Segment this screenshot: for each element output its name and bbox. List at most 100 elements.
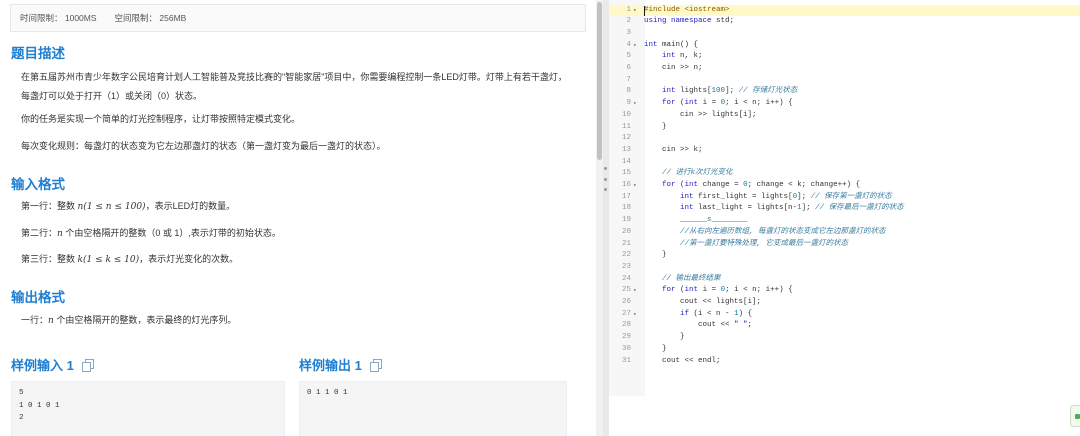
problem-scrollbar-thumb[interactable] [597,2,602,160]
line-number: 28 [621,321,631,330]
line-number: 22 [621,251,631,260]
line-number: 25 [621,286,631,295]
code-text[interactable]: } [644,122,667,134]
code-text[interactable]: int main() { [644,40,698,52]
code-text[interactable]: int lights[100]; // 存储灯光状态 [644,86,797,98]
output-line-1-pre: 一行： [21,315,49,325]
code-text[interactable]: // 输出最终结果 [644,274,721,286]
line-number: 2 [626,17,631,26]
run-button[interactable] [1070,405,1080,427]
code-text[interactable]: cout << endl; [644,356,721,368]
fold-arrow-icon[interactable]: ▾ [633,40,637,52]
fold-arrow-icon[interactable]: ▾ [633,309,637,321]
input-line-1-math: n(1 ≤ n ≤ 100) [77,202,146,212]
code-text[interactable]: ______s________ [644,215,748,227]
code-line[interactable]: 19 ______s________ [609,215,1080,227]
code-line[interactable]: 12 [609,133,1080,145]
code-line[interactable]: 26 cout << lights[i]; [609,297,1080,309]
code-line[interactable]: 20 //从右向左遍历数组, 每盏灯的状态变成它左边那盏灯的状态 [609,227,1080,239]
code-line[interactable]: 30 } [609,344,1080,356]
code-text[interactable]: } [644,332,685,344]
input-line-2: 第二行：n 个由空格隔开的整数（0 或 1）,表示灯带的初始状态。 [21,224,569,244]
code-text[interactable]: int last_light = lights[n-1]; // 保存最后一盏灯… [644,203,904,215]
code-text[interactable]: using namespace std; [644,16,734,28]
code-text[interactable]: cin >> n; [644,63,703,75]
code-line[interactable]: 28 cout << " "; [609,320,1080,332]
code-line[interactable]: 14 [609,157,1080,169]
code-line[interactable]: 15 // 进行k次灯光变化 [609,168,1080,180]
line-number: 26 [621,298,631,306]
fold-arrow-icon[interactable]: ▾ [633,5,637,17]
code-line[interactable]: 10 cin >> lights[i]; [609,110,1080,122]
copy-input-icon[interactable] [81,359,94,372]
code-text[interactable]: for (int i = 0; i < n; i++) { [644,285,793,297]
code-line[interactable]: 16 ▾ for (int change = 0; change < k; cha… [609,180,1080,192]
code-line[interactable]: 25 ▾ for (int i = 0; i < n; i++) { [609,285,1080,297]
output-line-1: 一行：n 个由空格隔开的整数，表示最终的灯光序列。 [21,311,569,331]
code-line[interactable]: 7 [609,75,1080,87]
code-line[interactable]: 11 } [609,122,1080,134]
code-text[interactable]: //从右向左遍历数组, 每盏灯的状态变成它左边那盏灯的状态 [644,227,886,239]
code-line[interactable]: 8 int lights[100]; // 存储灯光状态 [609,86,1080,98]
input-line-3-post: ，表示灯光变化的次数。 [139,254,239,264]
sample-output-box: 0 1 1 0 1 [299,381,567,436]
line-number: 21 [621,239,631,248]
code-line[interactable]: 9 ▾ for (int i = 0; i < n; i++) { [609,98,1080,110]
code-editor[interactable]: 1 ▾ #include <iostream> 2 using namespace st… [609,0,1080,436]
sample-input-title: 样例输入 1 [11,355,94,374]
sample-output-label: 样例输出 1 [299,358,362,373]
code-text[interactable]: int first_light = lights[0]; // 保存第一盏灯的状… [644,192,892,204]
description-title: 题目描述 [11,46,65,61]
code-line[interactable]: 1 ▾ #include <iostream> [609,4,1080,17]
code-text[interactable]: // 进行k次灯光变化 [644,168,733,180]
line-number: 29 [621,333,631,342]
fold-arrow-icon[interactable]: ▾ [633,180,637,192]
code-text[interactable]: for (int change = 0; change < k; change+… [644,180,860,192]
copy-output-icon[interactable] [369,359,382,372]
line-number: 30 [621,344,631,353]
input-line-2-post: 个由空格隔开的整数（0 或 1）,表示灯带的初始状态。 [62,228,281,238]
line-number: 17 [621,192,631,201]
code-text[interactable]: } [644,250,667,262]
code-line[interactable]: 22 } [609,250,1080,262]
code-text[interactable]: cout << lights[i]; [644,297,761,309]
code-text[interactable]: cout << " "; [644,320,752,332]
sample-input-box: 5 1 0 1 0 1 2 [11,381,285,436]
problem-panel: 时间限制： 1000MS 空间限制： 256MB 题目描述 在第五届苏州市青少年… [0,0,596,436]
limits-bar: 时间限制： 1000MS 空间限制： 256MB [10,4,586,32]
code-line[interactable]: 18 int last_light = lights[n-1]; // 保存最后… [609,203,1080,215]
code-text[interactable]: int n, k; [644,51,703,63]
code-line[interactable]: 21 //第一盏灯要特殊处理, 它变成最后一盏灯的状态 [609,239,1080,251]
code-line[interactable]: 4 ▾ int main() { [609,40,1080,52]
fold-arrow-icon[interactable]: ▾ [633,285,637,297]
sample-input-label: 样例输入 1 [11,358,74,373]
code-line[interactable]: 23 [609,262,1080,274]
code-line[interactable]: 17 int first_light = lights[0]; // 保存第一盏… [609,192,1080,204]
line-number: 1 [626,5,631,14]
code-line[interactable]: 27 ▾ if (i < n - 1) { [609,309,1080,321]
line-number: 15 [621,169,631,178]
line-number: 19 [621,216,631,225]
code-text[interactable]: if (i < n - 1) { [644,309,752,321]
code-text[interactable]: } [644,344,667,356]
code-line[interactable]: 31 cout << endl; [609,356,1080,368]
code-text[interactable]: #include <iostream> [644,5,730,17]
code-line[interactable]: 6 cin >> n; [609,63,1080,75]
input-line-3-pre: 第三行：整数 [21,254,78,264]
code-line[interactable]: 2 using namespace std; [609,16,1080,28]
splitter-grip-icon[interactable] [604,167,608,191]
sample-output-title: 样例输出 1 [299,355,382,374]
fold-arrow-icon[interactable]: ▾ [633,98,637,110]
line-number: 7 [626,75,631,84]
description-p1: 在第五届苏州市青少年数字公民培育计划人工智能普及竞技比赛的"智能家居"项目中，你… [21,72,567,101]
code-text[interactable]: cin >> lights[i]; [644,110,757,122]
code-line[interactable]: 24 // 输出最终结果 [609,274,1080,286]
code-line[interactable]: 3 [609,28,1080,40]
code-line[interactable]: 13 cin >> k; [609,145,1080,157]
code-text[interactable]: cin >> k; [644,145,703,157]
code-line[interactable]: 29 } [609,332,1080,344]
code-line[interactable]: 5 int n, k; [609,51,1080,63]
code-text[interactable]: //第一盏灯要特殊处理, 它变成最后一盏灯的状态 [644,239,848,251]
line-number: 11 [621,122,631,131]
code-text[interactable]: for (int i = 0; i < n; i++) { [644,98,793,110]
